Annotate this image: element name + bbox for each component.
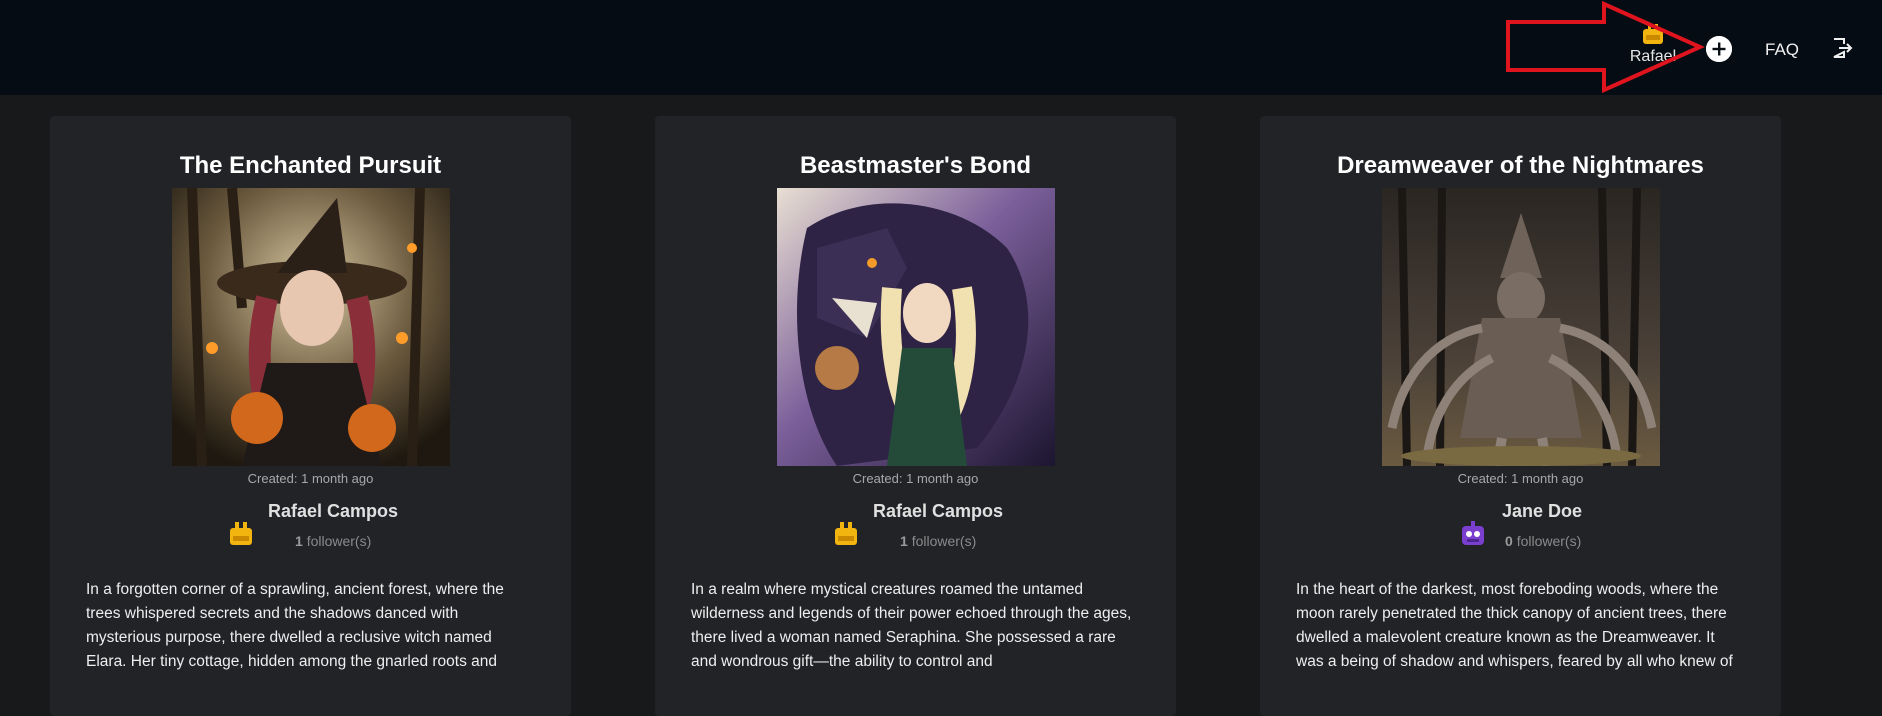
follower-label: follower(s) xyxy=(306,533,372,549)
story-excerpt: In the heart of the darkest, most forebo… xyxy=(1296,581,1733,670)
dreamweaver-illustration xyxy=(1382,188,1660,466)
story-excerpt: In a realm where mystical creatures roam… xyxy=(691,581,1132,670)
author-name[interactable]: Rafael Campos xyxy=(873,501,1003,522)
story-cover-image[interactable] xyxy=(777,188,1055,466)
story-excerpt: In a forgotten corner of a sprawling, an… xyxy=(86,581,504,670)
story-card[interactable]: Beastmaster's Bond Created: 1 month ago xyxy=(655,116,1176,716)
plus-circle-icon xyxy=(1706,36,1732,62)
current-user-name: Rafael xyxy=(1629,48,1677,65)
follower-count: 1 follower(s) xyxy=(295,533,371,549)
faq-link[interactable]: FAQ xyxy=(1765,40,1799,60)
yellow-robot-avatar-icon[interactable] xyxy=(226,519,256,549)
follower-count: 1 follower(s) xyxy=(900,533,976,549)
current-user[interactable]: Rafael xyxy=(1618,22,1688,66)
logout-button[interactable] xyxy=(1830,36,1854,60)
author-block: Rafael Campos 1 follower(s) xyxy=(655,501,1176,561)
author-name[interactable]: Jane Doe xyxy=(1502,501,1582,522)
created-date: Created: 1 month ago xyxy=(852,471,979,486)
follower-count: 0 follower(s) xyxy=(1505,533,1581,549)
story-card[interactable]: Dreamweaver of the Nightmares Created: 1… xyxy=(1260,116,1781,716)
story-title[interactable]: Beastmaster's Bond xyxy=(655,152,1176,180)
author-block: Jane Doe 0 follower(s) xyxy=(1260,501,1781,561)
story-title[interactable]: The Enchanted Pursuit xyxy=(50,152,571,180)
author-block: Rafael Campos 1 follower(s) xyxy=(50,501,571,561)
story-title[interactable]: Dreamweaver of the Nightmares xyxy=(1260,152,1781,180)
follower-label: follower(s) xyxy=(1516,533,1582,549)
story-cover-image[interactable] xyxy=(1382,188,1660,466)
yellow-robot-avatar-icon[interactable] xyxy=(831,519,861,549)
created-date: Created: 1 month ago xyxy=(1457,471,1584,486)
purple-robot-avatar-icon[interactable] xyxy=(1458,519,1488,549)
follower-number: 1 xyxy=(295,533,303,549)
logout-icon xyxy=(1833,38,1853,58)
witch-illustration xyxy=(172,188,450,466)
story-card[interactable]: The Enchanted Pursuit Created: 1 month a… xyxy=(50,116,571,716)
follower-label: follower(s) xyxy=(911,533,977,549)
yellow-robot-avatar-icon xyxy=(1643,24,1663,44)
author-name[interactable]: Rafael Campos xyxy=(268,501,398,522)
top-navbar: Rafael FAQ xyxy=(0,0,1882,95)
follower-number: 1 xyxy=(900,533,908,549)
created-date: Created: 1 month ago xyxy=(247,471,374,486)
beast-and-woman-illustration xyxy=(777,188,1055,466)
follower-number: 0 xyxy=(1505,533,1513,549)
story-cover-image[interactable] xyxy=(172,188,450,466)
add-story-button[interactable] xyxy=(1706,36,1732,62)
